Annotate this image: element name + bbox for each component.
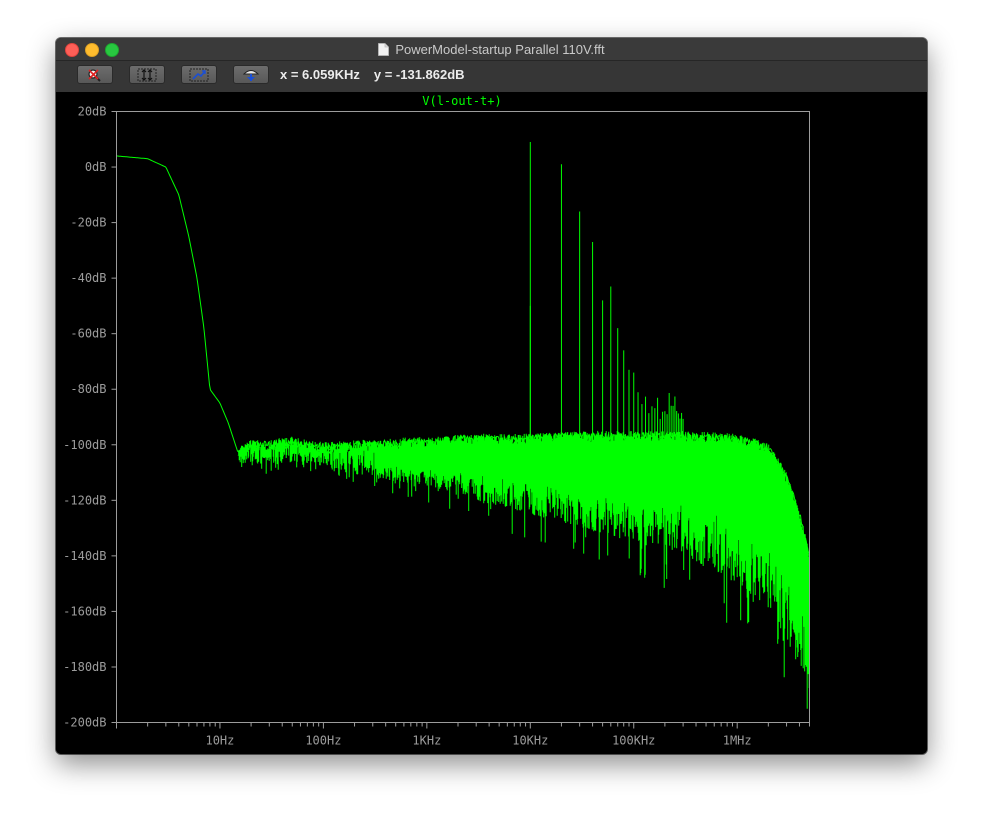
y-tick-label: -200dB	[63, 716, 106, 730]
x-tick-label: 10Hz	[205, 734, 234, 748]
y-tick-label: -120dB	[63, 493, 106, 507]
x-tick-label: 1KHz	[412, 734, 441, 748]
y-tick-label: 20dB	[78, 105, 107, 119]
y-tick-label: -160dB	[63, 604, 106, 618]
y-tick-label: -40dB	[70, 271, 106, 285]
trace-noise-band	[237, 430, 810, 709]
y-tick-label: -140dB	[63, 549, 106, 563]
x-tick-label: 10KHz	[512, 734, 548, 748]
y-tick-label: -20dB	[70, 216, 106, 230]
plot-frame	[116, 111, 810, 723]
app-window: PowerModel-startup Parallel 110V.fft x =…	[56, 38, 927, 754]
zoom-cancel-button[interactable]	[77, 65, 113, 84]
y-tick-label: 0dB	[85, 160, 107, 174]
marker-icon	[242, 69, 260, 81]
cursor-y-readout: y = -131.862dB	[373, 67, 465, 82]
autorange-y-icon	[137, 68, 157, 81]
y-tick-label: -180dB	[63, 660, 106, 674]
magnifier-cancel-icon	[88, 68, 101, 82]
document-icon	[378, 42, 390, 56]
window-title-area: PowerModel-startup Parallel 110V.fft	[56, 38, 927, 60]
trace-title[interactable]: V(l-out-t+)	[422, 94, 501, 108]
trace-layer	[116, 142, 810, 709]
x-axis: 10Hz 100Hz 1KHz 10KHz 100KHz 1MHz	[116, 722, 810, 748]
y-tick-label: -100dB	[63, 438, 106, 452]
cursor-readout: x = 6.059KHz y = -131.862dB	[280, 67, 479, 82]
mark-reference-button[interactable]	[233, 65, 269, 84]
y-tick-label: -60dB	[70, 327, 106, 341]
y-tick-label: -80dB	[70, 382, 106, 396]
y-axis: 20dB 0dB -20dB -40dB -60dB -80dB -100dB -120dB -…	[63, 105, 117, 730]
window-title: PowerModel-startup Parallel 110V.fft	[395, 41, 605, 57]
title-bar[interactable]: PowerModel-startup Parallel 110V.fft	[56, 38, 927, 61]
autorange-y-button[interactable]	[129, 65, 165, 84]
plot-pane[interactable]: V(l-out-t+) 20dB 0dB -20dB -40dB -60dB -80dB -…	[56, 92, 927, 754]
cursor-x-readout: x = 6.059KHz	[280, 67, 360, 82]
pan-button[interactable]	[181, 65, 217, 84]
x-tick-label: 1MHz	[723, 734, 752, 748]
x-tick-label: 100Hz	[305, 734, 341, 748]
fft-plot[interactable]: V(l-out-t+) 20dB 0dB -20dB -40dB -60dB -80dB -…	[56, 92, 927, 754]
pan-icon	[189, 68, 209, 81]
x-tick-label: 100KHz	[612, 734, 655, 748]
toolbar: x = 6.059KHz y = -131.862dB	[56, 61, 927, 92]
